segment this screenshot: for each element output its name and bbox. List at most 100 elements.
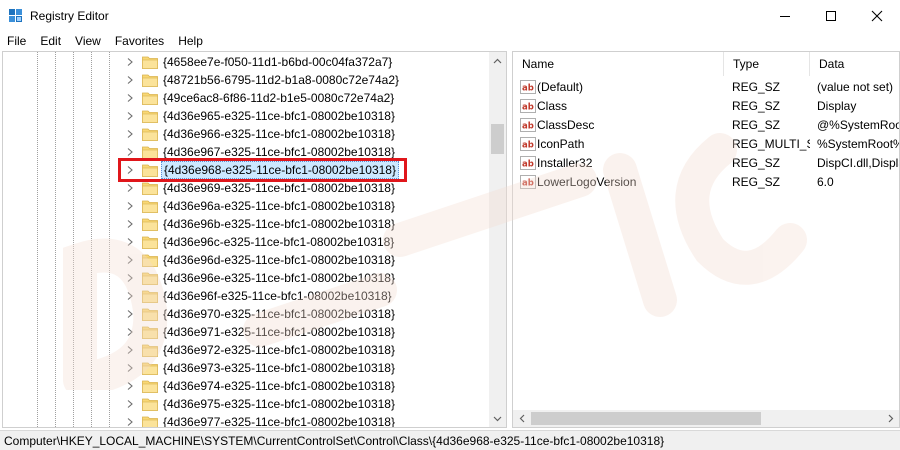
- tree-key-row[interactable]: {4d36e96f-e325-11ce-bfc1-08002be10318}: [3, 287, 488, 305]
- chevron-right-icon[interactable]: [125, 255, 135, 265]
- chevron-right-icon[interactable]: [125, 327, 135, 337]
- string-value-icon: ab: [520, 99, 536, 113]
- menu-help[interactable]: Help: [171, 32, 210, 50]
- chevron-right-icon[interactable]: [125, 399, 135, 409]
- folder-icon: [142, 200, 158, 213]
- scroll-down-button[interactable]: [489, 410, 506, 427]
- chevron-right-icon[interactable]: [125, 273, 135, 283]
- svg-text:ab: ab: [522, 179, 534, 189]
- tree-key-label: {4d36e977-e325-11ce-bfc1-08002be10318}: [163, 415, 395, 428]
- string-value-icon: ab: [520, 175, 536, 189]
- value-type: REG_SZ: [732, 118, 781, 132]
- minimize-button[interactable]: [762, 0, 808, 32]
- folder-icon: [142, 182, 158, 195]
- value-data: @%SystemRoot%: [817, 118, 899, 132]
- value-data: 6.0: [817, 175, 834, 189]
- value-row[interactable]: abClassDesc REG_SZ @%SystemRoot%: [513, 116, 899, 135]
- chevron-right-icon[interactable]: [125, 75, 135, 85]
- chevron-right-icon[interactable]: [125, 363, 135, 373]
- scroll-right-button[interactable]: [882, 410, 899, 427]
- svg-text:ab: ab: [522, 84, 534, 94]
- chevron-right-icon[interactable]: [125, 57, 135, 67]
- column-header-type[interactable]: Type: [724, 52, 810, 76]
- tree-key-row[interactable]: {4d36e975-e325-11ce-bfc1-08002be10318}: [3, 395, 488, 413]
- value-type: REG_MULTI_SZ: [732, 137, 810, 151]
- folder-icon: [142, 308, 158, 321]
- folder-icon: [142, 380, 158, 393]
- close-button[interactable]: [854, 0, 900, 32]
- value-data: Display: [817, 99, 857, 113]
- chevron-right-icon[interactable]: [125, 93, 135, 103]
- values-horizontal-scrollbar[interactable]: [513, 410, 899, 427]
- menu-favorites[interactable]: Favorites: [108, 32, 171, 50]
- tree-key-row[interactable]: {4d36e973-e325-11ce-bfc1-08002be10318}: [3, 359, 488, 377]
- value-name: Class: [537, 99, 568, 113]
- status-bar-path: Computer\HKEY_LOCAL_MACHINE\SYSTEM\Curre…: [0, 430, 900, 450]
- tree-key-label: {4d36e96c-e325-11ce-bfc1-08002be10318}: [163, 235, 395, 249]
- chevron-right-icon[interactable]: [125, 219, 135, 229]
- tree-key-row[interactable]: {4658ee7e-f050-11d1-b6bd-00c04fa372a7}: [3, 53, 488, 71]
- chevron-left-icon: [519, 414, 524, 423]
- tree-key-row[interactable]: {4d36e96e-e325-11ce-bfc1-08002be10318}: [3, 269, 488, 287]
- chevron-right-icon[interactable]: [125, 201, 135, 211]
- tree-key-row[interactable]: {4d36e96d-e325-11ce-bfc1-08002be10318}: [3, 251, 488, 269]
- tree-key-row[interactable]: {4d36e970-e325-11ce-bfc1-08002be10318}: [3, 305, 488, 323]
- tree-key-row[interactable]: {4d36e96a-e325-11ce-bfc1-08002be10318}: [3, 197, 488, 215]
- tree-key-row[interactable]: {4d36e972-e325-11ce-bfc1-08002be10318}: [3, 341, 488, 359]
- tree-key-row[interactable]: {49ce6ac8-6f86-11d2-b1e5-0080c72e74a2}: [3, 89, 488, 107]
- maximize-button[interactable]: [808, 0, 854, 32]
- chevron-right-icon[interactable]: [125, 111, 135, 121]
- column-header-name[interactable]: Name: [513, 52, 724, 76]
- tree-key-label: {4d36e970-e325-11ce-bfc1-08002be10318}: [163, 307, 395, 321]
- chevron-right-icon[interactable]: [125, 237, 135, 247]
- tree-key-row[interactable]: {4d36e965-e325-11ce-bfc1-08002be10318}: [3, 107, 488, 125]
- tree-key-row[interactable]: {4d36e96b-e325-11ce-bfc1-08002be10318}: [3, 215, 488, 233]
- chevron-right-icon[interactable]: [125, 291, 135, 301]
- value-type: REG_SZ: [732, 99, 781, 113]
- scroll-up-button[interactable]: [489, 52, 506, 69]
- value-row[interactable]: ab Class REG_SZ Display: [513, 97, 899, 116]
- chevron-right-icon[interactable]: [125, 417, 135, 427]
- value-type: REG_SZ: [732, 175, 781, 189]
- chevron-right-icon[interactable]: [125, 183, 135, 193]
- value-row[interactable]: ab LowerLogoVersion REG_SZ 6.0: [513, 173, 899, 192]
- folder-icon: [142, 398, 158, 411]
- maximize-icon: [826, 11, 836, 21]
- folder-icon: [142, 128, 158, 141]
- tree-key-row[interactable]: {4d36e966-e325-11ce-bfc1-08002be10318}: [3, 125, 488, 143]
- chevron-right-icon[interactable]: [125, 147, 135, 157]
- registry-tree-pane[interactable]: {4658ee7e-f050-11d1-b6bd-00c04fa372a7} {4…: [2, 51, 507, 428]
- values-scroll-thumb[interactable]: [531, 412, 761, 425]
- scroll-left-button[interactable]: [513, 410, 530, 427]
- svg-text:ab: ab: [522, 160, 534, 170]
- chevron-right-icon[interactable]: [125, 345, 135, 355]
- menu-edit[interactable]: Edit: [33, 32, 68, 50]
- value-row[interactable]: ab (Default) REG_SZ (value not set): [513, 78, 899, 97]
- menu-view[interactable]: View: [68, 32, 108, 50]
- tree-key-row[interactable]: {4d36e971-e325-11ce-bfc1-08002be10318}: [3, 323, 488, 341]
- menu-file[interactable]: File: [0, 32, 33, 50]
- chevron-right-icon[interactable]: [125, 381, 135, 391]
- column-header-data[interactable]: Data: [810, 52, 899, 76]
- tree-key-row[interactable]: {4d36e974-e325-11ce-bfc1-08002be10318}: [3, 377, 488, 395]
- tree-scroll-thumb[interactable]: [491, 124, 504, 154]
- tree-key-label: {4d36e974-e325-11ce-bfc1-08002be10318}: [163, 379, 395, 393]
- registry-values-pane[interactable]: Name Type Data ab (Default) REG_SZ (value n…: [512, 51, 900, 428]
- chevron-right-icon[interactable]: [125, 129, 135, 139]
- tree-vertical-scrollbar[interactable]: [489, 52, 506, 427]
- value-row[interactable]: abIconPath REG_MULTI_SZ %SystemRoot%: [513, 135, 899, 154]
- string-value-icon: ab: [520, 156, 536, 170]
- tree-key-label: {49ce6ac8-6f86-11d2-b1e5-0080c72e74a2}: [163, 91, 395, 105]
- tree-key-label: {4d36e96b-e325-11ce-bfc1-08002be10318}: [163, 217, 395, 231]
- tree-key-row[interactable]: {4d36e96c-e325-11ce-bfc1-08002be10318}: [3, 233, 488, 251]
- folder-icon: [142, 236, 158, 249]
- value-row[interactable]: abInstaller32 REG_SZ DispCI.dll,Display: [513, 154, 899, 173]
- folder-icon: [142, 56, 158, 69]
- tree-key-label: {4d36e975-e325-11ce-bfc1-08002be10318}: [163, 397, 395, 411]
- chevron-right-icon[interactable]: [125, 309, 135, 319]
- tree-key-label: {48721b56-6795-11d2-b1a8-0080c72e74a2}: [163, 73, 399, 87]
- tree-key-row[interactable]: {4d36e977-e325-11ce-bfc1-08002be10318}: [3, 413, 488, 428]
- title-bar: Registry Editor: [0, 0, 900, 32]
- chevron-down-icon: [493, 416, 502, 421]
- tree-key-row[interactable]: {48721b56-6795-11d2-b1a8-0080c72e74a2}: [3, 71, 488, 89]
